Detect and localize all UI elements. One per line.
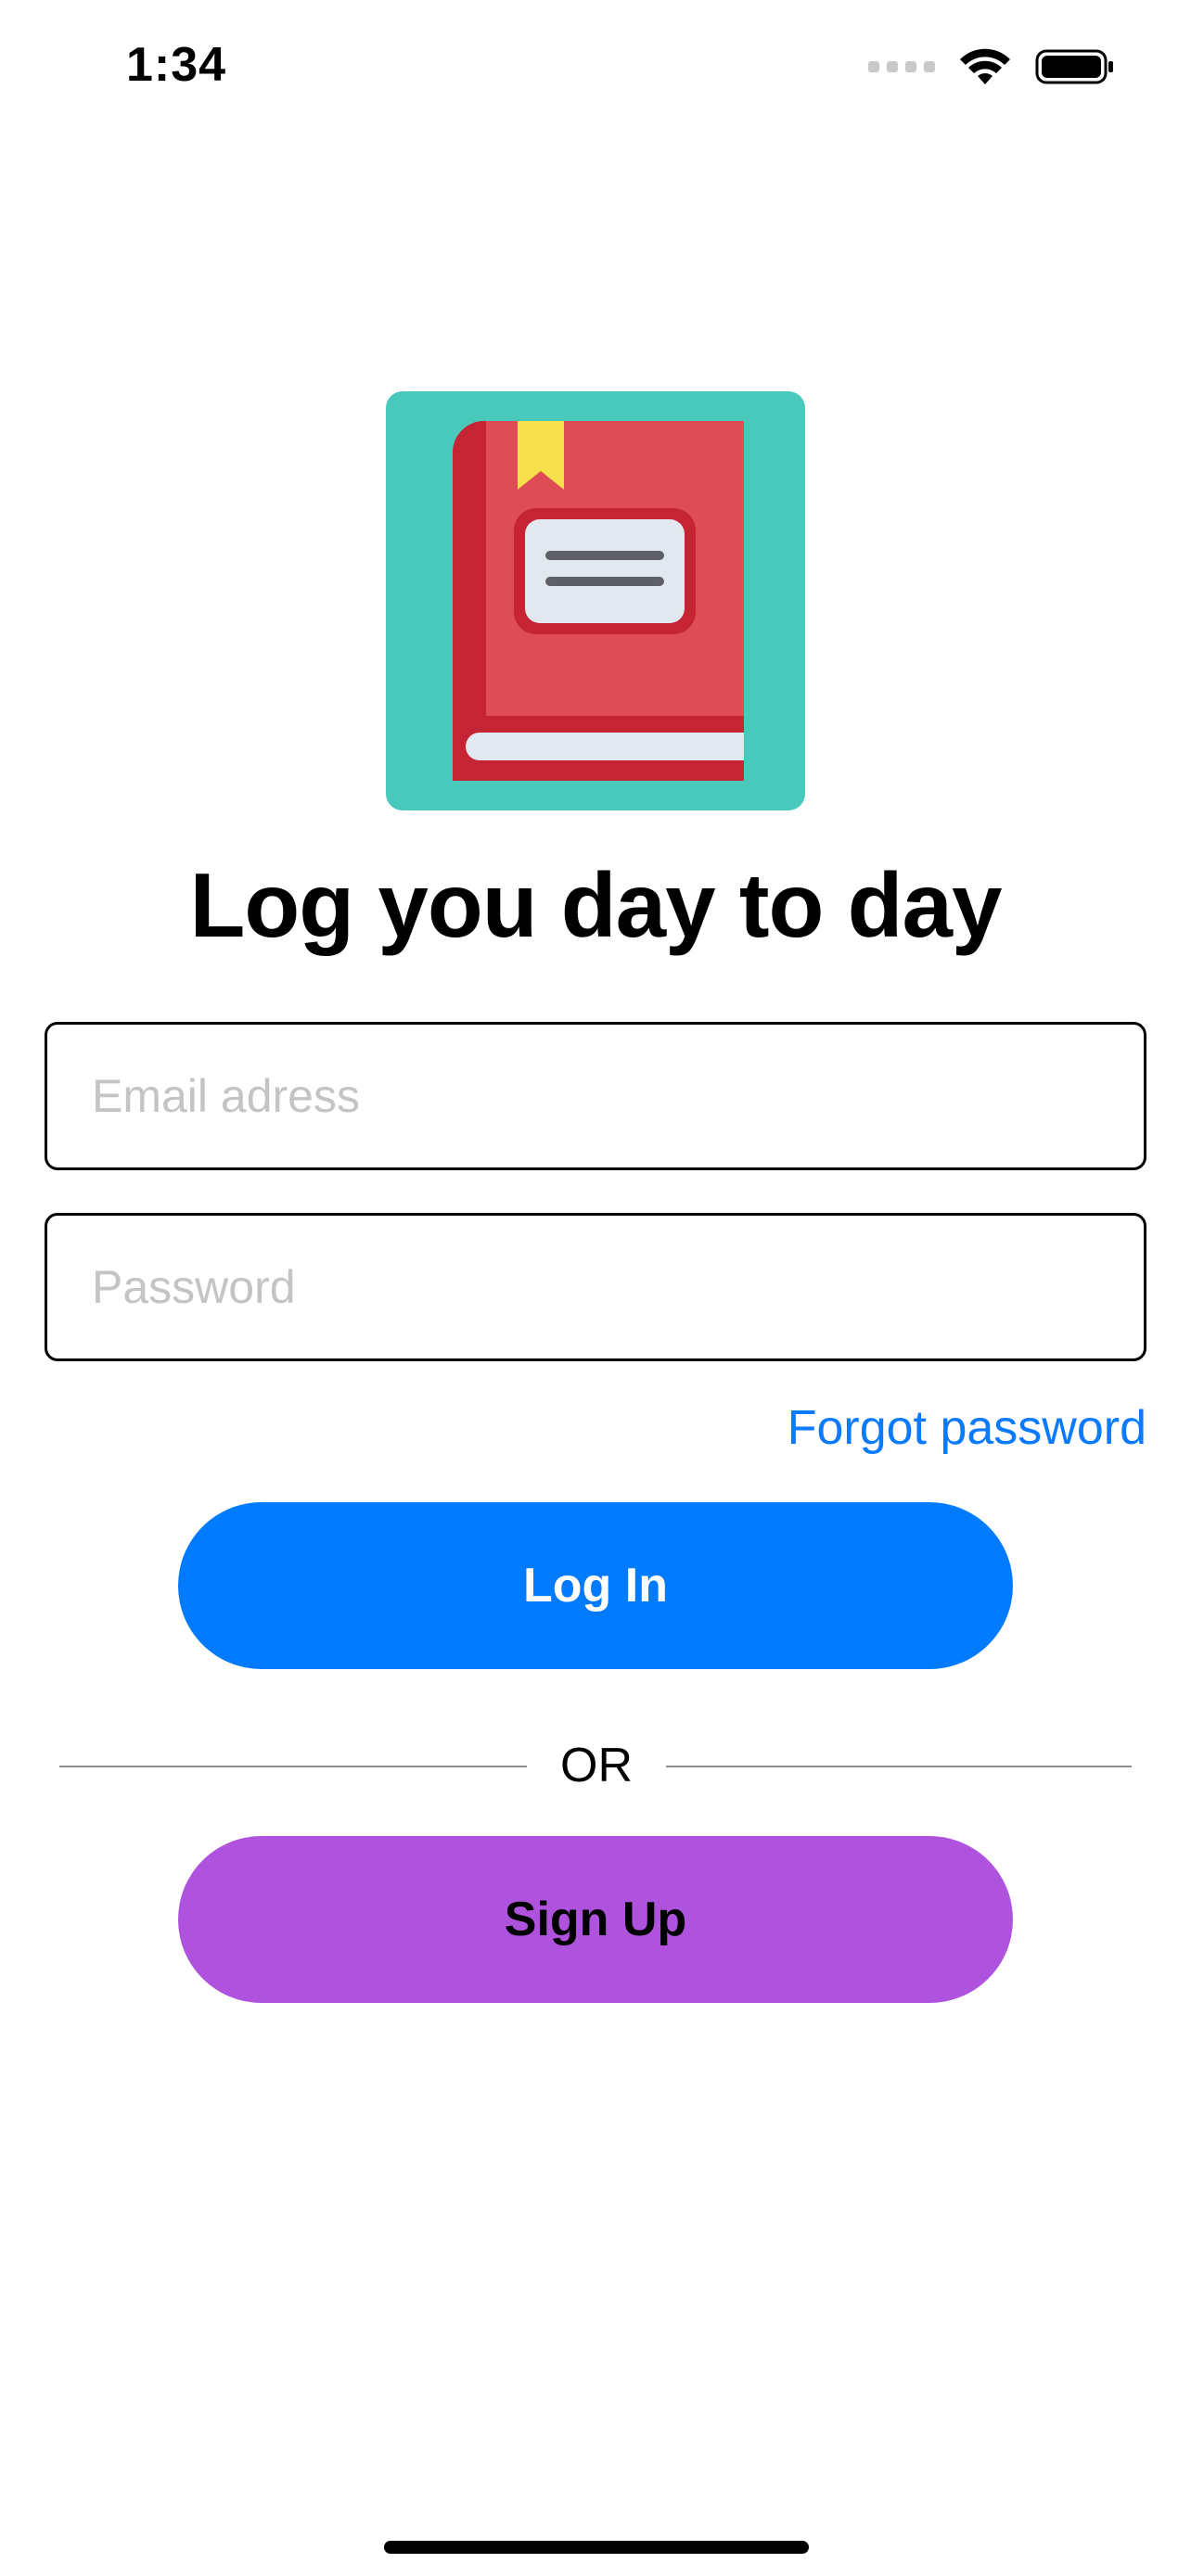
book-icon: [386, 391, 805, 810]
wifi-icon: [960, 48, 1010, 84]
cellular-signal-icon: [868, 61, 935, 72]
password-field[interactable]: [45, 1213, 1146, 1361]
divider-line-right: [666, 1766, 1132, 1767]
status-time: 1:34: [126, 38, 227, 92]
email-field[interactable]: [45, 1022, 1146, 1170]
forgot-password-link[interactable]: Forgot password: [788, 1400, 1146, 1456]
app-headline: Log you day to day: [189, 854, 1003, 956]
home-indicator[interactable]: [384, 2541, 809, 2554]
signup-button[interactable]: Sign Up: [178, 1836, 1013, 2003]
or-divider-label: OR: [560, 1739, 633, 1792]
login-button[interactable]: Log In: [178, 1502, 1013, 1669]
battery-icon: [1035, 49, 1113, 84]
status-indicators: [868, 43, 1115, 91]
divider-line-left: [59, 1766, 527, 1767]
